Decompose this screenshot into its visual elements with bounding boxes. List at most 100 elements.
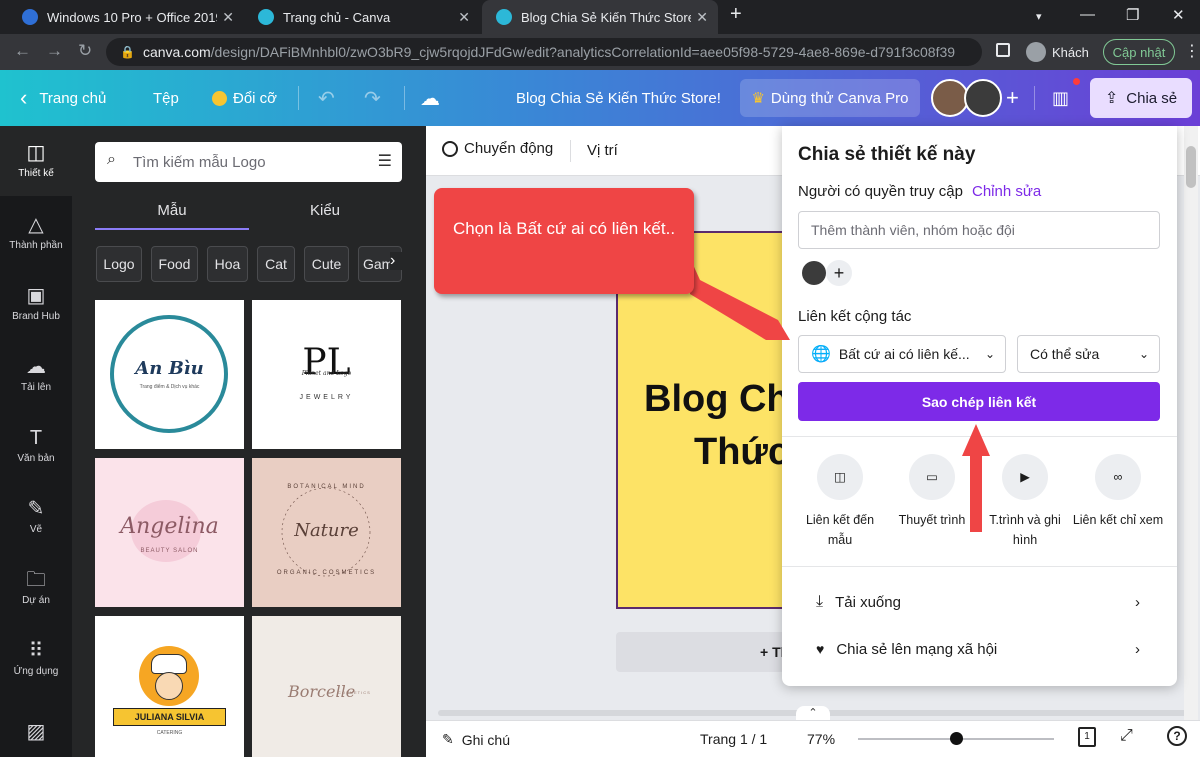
chip-food[interactable]: Food	[151, 246, 198, 282]
chevron-right-icon: ›	[1135, 593, 1140, 611]
zoom-slider-thumb[interactable]	[950, 732, 963, 745]
try-pro-button[interactable]: ♛ Dùng thử Canva Pro	[740, 79, 920, 117]
add-member-input[interactable]: Thêm thành viên, nhóm hoặc đội	[798, 211, 1160, 249]
rail-item-text[interactable]: T Văn bản	[0, 411, 72, 481]
share-button[interactable]: ⇪ Chia sẻ	[1090, 78, 1192, 118]
close-tab-icon[interactable]: ✕	[458, 9, 470, 26]
update-button[interactable]: Cập nhật	[1103, 39, 1175, 65]
template-thumbnail[interactable]: PL Planet and Logo JEWELRY	[252, 300, 401, 449]
copy-link-button[interactable]: Sao chép liên kết	[798, 382, 1160, 421]
fullscreen-icon[interactable]: ⤢	[1120, 727, 1133, 745]
menu-kebab-icon[interactable]: ⋮	[1184, 41, 1200, 61]
lock-icon: 🔒	[120, 45, 135, 59]
browser-tab[interactable]: Trang chủ - Canva ✕	[244, 0, 480, 34]
add-person-icon[interactable]: +	[826, 260, 852, 286]
canva-favicon-icon	[496, 9, 512, 25]
download-row[interactable]: ⤓ Tải xuống ›	[816, 587, 1140, 617]
scrollbar-thumb[interactable]	[1186, 146, 1196, 188]
forward-icon[interactable]: →	[46, 41, 63, 61]
browser-tab[interactable]: Windows 10 Pro + Office 2019 Pro ✕	[8, 0, 244, 34]
tab-styles[interactable]: Kiểu	[248, 196, 402, 230]
close-tab-icon[interactable]: ✕	[696, 9, 708, 26]
header-divider	[298, 86, 299, 110]
social-share-row[interactable]: ♥ Chia sẻ lên mạng xã hội ›	[816, 634, 1140, 664]
option-view-only-link[interactable]: ∞ Liên kết chỉ xem	[1072, 454, 1164, 530]
reading-mode-icon[interactable]	[996, 43, 1010, 57]
tab-search-icon[interactable]: ▾	[1036, 10, 1042, 23]
folder-icon: 🗀	[26, 569, 46, 591]
chip-flower[interactable]: Hoa	[207, 246, 248, 282]
chevron-down-icon: ⌄	[1138, 347, 1149, 361]
close-window-icon[interactable]: ✕	[1172, 6, 1185, 24]
filter-icon[interactable]: ☰	[378, 151, 392, 171]
canva-favicon-icon	[258, 9, 274, 25]
page-grid-button[interactable]: 1	[1078, 727, 1096, 747]
design-title[interactable]: Blog Chia Sẻ Kiến Thức Store!	[516, 70, 721, 126]
url-field[interactable]: 🔒 canva.com/design/DAFiBMnhbl0/zwO3bR9_c…	[106, 38, 982, 66]
vertical-scrollbar[interactable]	[1184, 126, 1198, 720]
link-access-dropdown[interactable]: 🌐 Bất cứ ai có liên kế... ⌄	[798, 335, 1006, 373]
animate-button[interactable]: Chuyển động	[442, 140, 553, 157]
file-menu[interactable]: Tệp	[153, 70, 179, 126]
access-label: Người có quyền truy cập	[798, 183, 963, 200]
avatar[interactable]	[802, 261, 826, 285]
zoom-level[interactable]: 77%	[807, 731, 835, 747]
template-thumbnail[interactable]: JULIANA SILVIA CATERING	[95, 616, 244, 757]
template-thumbnail[interactable]: An Bìu Trang điểm & Dịch vụ khác	[95, 300, 244, 449]
reload-icon[interactable]: ↻	[78, 41, 92, 61]
template-main-text: An Bìu	[135, 358, 204, 379]
chip-cat[interactable]: Cat	[257, 246, 295, 282]
search-input[interactable]: ⌕ Tìm kiếm mẫu Logo ☰	[95, 142, 402, 182]
chevron-down-icon: ⌄	[984, 347, 995, 361]
upload-icon: ☁	[26, 356, 46, 378]
add-collaborator-icon[interactable]: +	[1006, 70, 1019, 126]
maximize-icon[interactable]: ❐	[1126, 6, 1139, 24]
chevron-right-icon[interactable]: ›	[390, 252, 404, 270]
permission-dropdown[interactable]: Có thể sửa ⌄	[1017, 335, 1160, 373]
rail-item-projects[interactable]: 🗀 Dự án	[0, 553, 72, 623]
notes-button[interactable]: ✎ Ghi chú	[442, 731, 510, 748]
option-template-link[interactable]: ◫ Liên kết đến mẫu	[794, 454, 886, 550]
rail-item-design[interactable]: ◫ Thiết kế	[0, 126, 72, 196]
help-icon[interactable]: ?	[1167, 726, 1187, 746]
option-present[interactable]: ▭ Thuyết trình	[886, 454, 978, 530]
browser-tab-active[interactable]: Blog Chia Sẻ Kiến Thức Store! - Logo ✕	[482, 0, 718, 34]
rail-item-draw[interactable]: ✎ Vẽ	[0, 482, 72, 552]
edit-access-link[interactable]: Chỉnh sửa	[972, 183, 1041, 200]
collab-link-label: Liên kết cộng tác	[798, 308, 912, 325]
template-sub-text: BOTANICAL MIND	[287, 484, 366, 490]
template-sub-text: CATERING	[156, 730, 183, 736]
home-button[interactable]: ‹ Trang chủ	[20, 70, 106, 126]
avatar[interactable]	[964, 79, 1002, 117]
insights-chart-icon[interactable]: ▥	[1052, 70, 1069, 126]
cloud-save-icon[interactable]: ☁	[420, 70, 440, 126]
chip-logo[interactable]: Logo	[96, 246, 142, 282]
divider	[782, 436, 1177, 437]
rail-item-apps[interactable]: ⠿ Ứng dụng	[0, 624, 72, 694]
template-thumbnail[interactable]: Angelina BEAUTY SALON	[95, 458, 244, 607]
resize-button[interactable]: Đổi cỡ	[212, 70, 277, 126]
rail-item-more[interactable]: ▨	[0, 711, 72, 757]
template-thumbnail[interactable]: Borcelle COSMETICS	[252, 616, 401, 757]
new-tab-icon[interactable]: +	[730, 3, 742, 26]
chip-cute[interactable]: Cute	[304, 246, 349, 282]
minimize-icon[interactable]: —	[1080, 6, 1095, 23]
close-tab-icon[interactable]: ✕	[222, 9, 234, 26]
tab-templates[interactable]: Mẫu	[95, 196, 249, 230]
rail-item-brand-hub[interactable]: ▣ Brand Hub	[0, 269, 72, 339]
redo-icon[interactable]: ↷	[364, 70, 381, 126]
text-icon: T	[29, 427, 43, 449]
option-present-record[interactable]: ▶ T.trình và ghi hình	[979, 454, 1071, 550]
undo-icon[interactable]: ↶	[318, 70, 335, 126]
back-icon[interactable]: ←	[14, 41, 31, 61]
rail-item-elements[interactable]: △ Thành phần	[0, 198, 72, 268]
template-thumbnail[interactable]: BOTANICAL MIND Nature ORGANIC COSMETICS	[252, 458, 401, 607]
chef-hat-shape	[151, 654, 187, 674]
add-page-button[interactable]: + Th	[616, 632, 796, 672]
design-heading[interactable]: Blog Chia Sẻ Kiến Thức Store!	[644, 373, 794, 479]
position-button[interactable]: Vị trí	[587, 142, 618, 159]
rail-item-uploads[interactable]: ☁ Tải lên	[0, 340, 72, 410]
profile-button[interactable]: Khách	[1026, 40, 1089, 64]
site-favicon-icon	[22, 9, 38, 25]
heart-icon: ♥	[816, 641, 825, 657]
